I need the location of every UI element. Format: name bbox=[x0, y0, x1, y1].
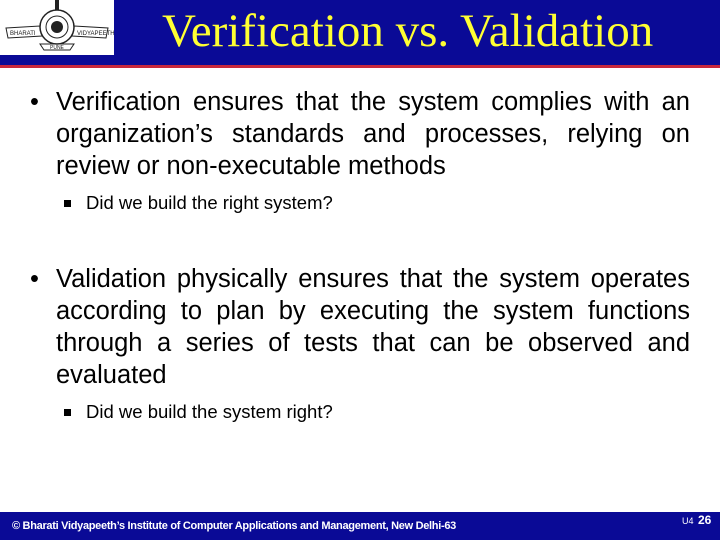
slide-content: • Verification ensures that the system c… bbox=[30, 86, 690, 424]
header-divider bbox=[0, 65, 720, 68]
unit-label: U4 bbox=[682, 516, 694, 526]
footer-bar: © Bharati Vidyapeeth’s Institute of Comp… bbox=[0, 512, 720, 540]
bullet-text: Validation physically ensures that the s… bbox=[56, 265, 690, 389]
bullet-item: • Validation physically ensures that the… bbox=[30, 263, 690, 424]
bullet-item: • Verification ensures that the system c… bbox=[30, 86, 690, 215]
bullet-text: Verification ensures that the system com… bbox=[56, 88, 690, 180]
square-bullet-icon bbox=[64, 200, 71, 207]
sub-bullet-item: Did we build the right system? bbox=[30, 191, 690, 215]
svg-text:PUNE: PUNE bbox=[50, 45, 65, 51]
sub-bullet-item: Did we build the system right? bbox=[30, 400, 690, 424]
slide-title: Verification vs. Validation bbox=[162, 5, 654, 57]
square-bullet-icon bbox=[64, 409, 71, 416]
sub-bullet-text: Did we build the system right? bbox=[86, 401, 333, 422]
svg-text:VIDYAPEETH: VIDYAPEETH bbox=[77, 31, 114, 37]
svg-text:BHARATI: BHARATI bbox=[10, 31, 36, 37]
bullet-dot-icon: • bbox=[30, 265, 39, 293]
institute-logo: BHARATI VIDYAPEETH PUNE bbox=[0, 0, 114, 55]
bullet-dot-icon: • bbox=[30, 88, 39, 116]
sub-bullet-text: Did we build the right system? bbox=[86, 192, 333, 213]
copyright-text: © Bharati Vidyapeeth’s Institute of Comp… bbox=[12, 520, 456, 532]
emblem-icon: BHARATI VIDYAPEETH PUNE bbox=[5, 0, 114, 51]
page-number: 26 bbox=[698, 513, 712, 527]
